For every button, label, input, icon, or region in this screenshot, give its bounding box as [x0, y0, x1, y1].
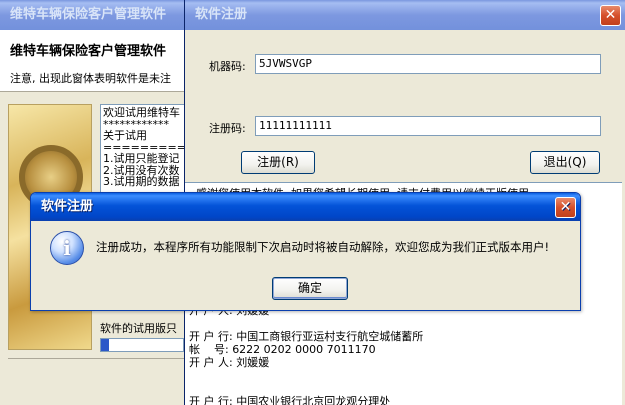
trial-progress-bar [100, 338, 184, 352]
success-message-dialog: 软件注册 ✕ i 注册成功，本程序所有功能限制下次启动时将被自动解除，欢迎您成为… [30, 192, 581, 311]
text-line: 开 户 人: 刘媛媛 [189, 356, 270, 369]
dialog-close-button[interactable]: ✕ [555, 197, 576, 218]
registration-title: 软件注册 [195, 7, 248, 22]
machine-code-field[interactable]: 5JVWSVGP [255, 54, 601, 74]
text-line [189, 382, 622, 395]
machine-code-label: 机器码: [209, 60, 246, 73]
dialog-title: 软件注册 [41, 199, 94, 214]
registration-titlebar[interactable]: 软件注册 ✕ [185, 0, 625, 30]
text-line [189, 317, 622, 330]
text-line: 帐 号: 6222 0202 0000 7011170 [189, 343, 376, 356]
info-line: 1.试用只能登记 [103, 152, 180, 165]
exit-button[interactable]: 退出(Q) [530, 151, 600, 174]
close-icon: ✕ [604, 7, 617, 23]
info-icon: i [50, 231, 84, 265]
main-header: 维特车辆保险客户管理软件 注意, 出现此窗体表明软件是未注 [0, 30, 200, 92]
main-divider [8, 358, 188, 359]
main-heading: 维特车辆保险客户管理软件 [10, 44, 167, 59]
trial-info-box[interactable]: 欢迎试用维特车 ************ 关于试用 ========== 1.试… [100, 104, 186, 194]
text-line: 开 户 行: 中国农业银行北京回龙观分理处 [189, 395, 391, 405]
registration-close-button[interactable]: ✕ [600, 5, 621, 26]
trial-label: 软件的试用版只 [100, 322, 177, 335]
close-icon: ✕ [559, 199, 572, 215]
info-line: 关于试用 [103, 129, 147, 142]
ok-button[interactable]: 确定 [272, 277, 348, 300]
main-window-titlebar[interactable]: 维特车辆保险客户管理软件 [0, 0, 200, 30]
main-subtitle: 注意, 出现此窗体表明软件是未注 [10, 72, 171, 85]
reg-code-label: 注册码: [209, 122, 246, 135]
dialog-body: i 注册成功，本程序所有功能限制下次启动时将被自动解除，欢迎您成为我们正式版本用… [34, 221, 577, 307]
dialog-titlebar[interactable]: 软件注册 ✕ [31, 193, 580, 221]
info-line: 欢迎试用维特车 [103, 106, 180, 119]
register-button[interactable]: 注册(R) [241, 151, 315, 174]
dialog-message: 注册成功，本程序所有功能限制下次启动时将被自动解除，欢迎您成为我们正式版本用户! [96, 240, 550, 254]
trial-progress-fill [101, 339, 110, 351]
text-line [189, 369, 622, 382]
reg-code-input[interactable]: 11111111111 [255, 116, 601, 136]
main-window-title: 维特车辆保险客户管理软件 [10, 7, 167, 22]
info-line: 3.试用期的数据 [103, 175, 180, 188]
text-line: 开 户 行: 中国工商银行亚运村支行航空城储蓄所 [189, 330, 424, 343]
